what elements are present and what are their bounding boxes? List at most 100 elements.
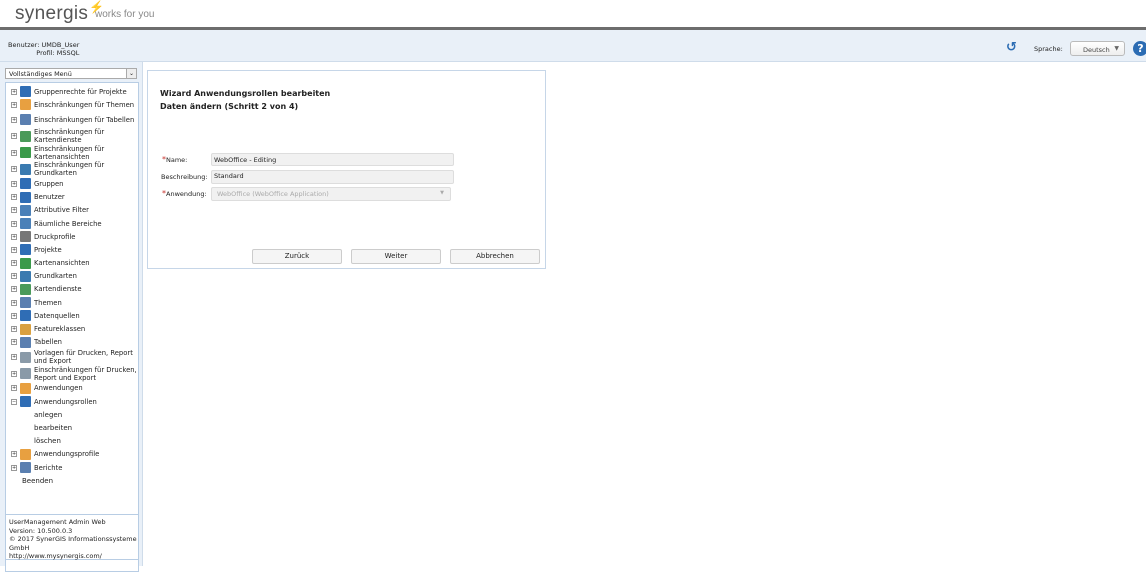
menu-item[interactable]: + Berichte	[6, 461, 138, 474]
menu-item-exit[interactable]: Beenden	[6, 474, 138, 487]
application-select[interactable]: WebOffice (WebOffice Application)▼	[211, 187, 451, 201]
help-icon[interactable]: ?	[1133, 41, 1146, 56]
submenu-item[interactable]: anlegen	[6, 408, 138, 421]
header: synergis⚡ works for you	[0, 0, 1146, 27]
next-button[interactable]: Weiter	[351, 249, 441, 264]
expand-icon[interactable]: +	[11, 234, 17, 240]
menu-tree: +Gruppenrechte für Projekte+Einschränkun…	[5, 82, 139, 572]
menu-item[interactable]: + Projekte	[6, 243, 138, 256]
menu-item[interactable]: +Einschränkungen für Tabellen	[6, 111, 138, 128]
expand-icon[interactable]: +	[11, 260, 17, 266]
menu-item-label: Gruppenrechte für Projekte	[34, 88, 127, 96]
user-info: Benutzer: UMDB_User Profil: MSSQL	[8, 41, 79, 57]
menu-item[interactable]: + Druckprofile	[6, 230, 138, 243]
expand-icon[interactable]: +	[11, 273, 17, 279]
copyright: © 2017 SynerGIS Informationssysteme	[9, 535, 135, 544]
expand-icon[interactable]: +	[11, 339, 17, 345]
refresh-icon[interactable]: ↺	[1006, 40, 1017, 55]
menu-item[interactable]: +Anwendungsprofile	[6, 448, 138, 461]
menu-item-label: Projekte	[34, 246, 62, 254]
menu-item-label: Berichte	[34, 464, 62, 472]
expand-icon[interactable]: +	[11, 371, 17, 377]
menu-item[interactable]: + Attributive Filter	[6, 204, 138, 217]
menu-item-label: Druckprofile	[34, 233, 75, 241]
menu-item[interactable]: + Kartenansichten	[6, 257, 138, 270]
menu-item[interactable]: − Anwendungsrollen	[6, 395, 138, 408]
wizard-step: Daten ändern (Schritt 2 von 4)	[160, 102, 298, 111]
menu-item-label: Einschränkungen für Kartendienste	[34, 128, 138, 144]
menu-item-label: Räumliche Bereiche	[34, 220, 102, 228]
menu-item-label: Benutzer	[34, 193, 65, 201]
name-input[interactable]: WebOffice - Editing	[211, 153, 454, 166]
menu-item-icon	[20, 114, 31, 125]
menu-item-icon	[20, 383, 31, 394]
chevron-down-icon: ▼	[440, 190, 444, 196]
expand-icon[interactable]: +	[11, 385, 17, 391]
menu-item[interactable]: + Featureklassen	[6, 322, 138, 335]
expand-icon[interactable]: +	[11, 300, 17, 306]
menu-item[interactable]: +Themen	[6, 296, 138, 309]
collapse-icon[interactable]: −	[11, 399, 17, 405]
expand-icon[interactable]: +	[11, 102, 17, 108]
menu-item-icon	[20, 99, 31, 110]
expand-icon[interactable]: +	[11, 286, 17, 292]
user-name: Benutzer: UMDB_User	[8, 41, 79, 49]
menu-item[interactable]: +Datenquellen	[6, 309, 138, 322]
cancel-button[interactable]: Abbrechen	[450, 249, 540, 264]
menu-item[interactable]: +Kartendienste	[6, 283, 138, 296]
menu-item[interactable]: +Tabellen	[6, 336, 138, 349]
expand-icon[interactable]: +	[11, 133, 17, 139]
menu-item-icon	[20, 396, 31, 407]
expand-icon[interactable]: +	[11, 89, 17, 95]
description-textarea[interactable]: Standard	[211, 170, 454, 184]
language-select[interactable]: Deutsch▼	[1070, 41, 1125, 56]
menu-item[interactable]: +Einschränkungen für Grundkarten	[6, 161, 138, 178]
menu-select[interactable]: Vollständiges Menü⌄	[5, 68, 137, 79]
expand-icon[interactable]: +	[11, 117, 17, 123]
menu-item-label: Kartenansichten	[34, 259, 90, 267]
user-bar: Benutzer: UMDB_User Profil: MSSQL	[0, 30, 1146, 62]
expand-icon[interactable]: +	[11, 207, 17, 213]
menu-item-icon	[20, 258, 31, 269]
expand-icon[interactable]: +	[11, 181, 17, 187]
menu-item-icon	[20, 297, 31, 308]
expand-icon[interactable]: +	[11, 247, 17, 253]
menu-item[interactable]: +Anwendungen	[6, 382, 138, 395]
menu-item-icon	[20, 147, 31, 158]
expand-icon[interactable]: +	[11, 354, 17, 360]
menu-item[interactable]: +Vorlagen für Drucken, Report und Export	[6, 349, 138, 366]
menu-item-label: Anwendungsrollen	[34, 398, 97, 406]
expand-icon[interactable]: +	[11, 451, 17, 457]
app-info: UserManagement Admin Web Version: 10.500…	[5, 514, 139, 560]
submenu-item[interactable]: bearbeiten	[6, 421, 138, 434]
menu-item-label: Attributive Filter	[34, 206, 89, 214]
expand-icon[interactable]: +	[11, 465, 17, 471]
expand-icon[interactable]: +	[11, 194, 17, 200]
menu-item[interactable]: +Gruppen	[6, 177, 138, 190]
menu-item-icon	[20, 449, 31, 460]
expand-icon[interactable]: +	[11, 166, 17, 172]
submenu-item[interactable]: löschen	[6, 435, 138, 448]
menu-item-icon	[20, 192, 31, 203]
name-label: *Name:	[162, 155, 187, 164]
expand-icon[interactable]: +	[11, 221, 17, 227]
menu-item[interactable]: + Räumliche Bereiche	[6, 217, 138, 230]
menu-item-label: Einschränkungen für Kartenansichten	[34, 145, 138, 161]
menu-item[interactable]: + Einschränkungen für Kartenansichten	[6, 144, 138, 161]
menu-item[interactable]: + Benutzer	[6, 191, 138, 204]
tagline: works for you	[95, 9, 154, 20]
menu-item-icon	[20, 310, 31, 321]
menu-item[interactable]: +Grundkarten	[6, 270, 138, 283]
menu-item[interactable]: + Einschränkungen für Kartendienste	[6, 128, 138, 145]
user-profile: Profil: MSSQL	[8, 49, 79, 57]
expand-icon[interactable]: +	[11, 326, 17, 332]
menu-item[interactable]: + Gruppenrechte für Projekte	[6, 85, 138, 98]
app-version: Version: 10.500.0.3	[9, 527, 135, 536]
menu-item[interactable]: +Einschränkungen für Themen	[6, 98, 138, 111]
expand-icon[interactable]: +	[11, 150, 17, 156]
expand-icon[interactable]: +	[11, 313, 17, 319]
back-button[interactable]: Zurück	[252, 249, 342, 264]
menu-item[interactable]: +Einschränkungen für Drucken, Report und…	[6, 365, 138, 382]
website-link[interactable]: http://www.mysynergis.com/	[9, 552, 102, 560]
menu-item-label: Featureklassen	[34, 325, 85, 333]
